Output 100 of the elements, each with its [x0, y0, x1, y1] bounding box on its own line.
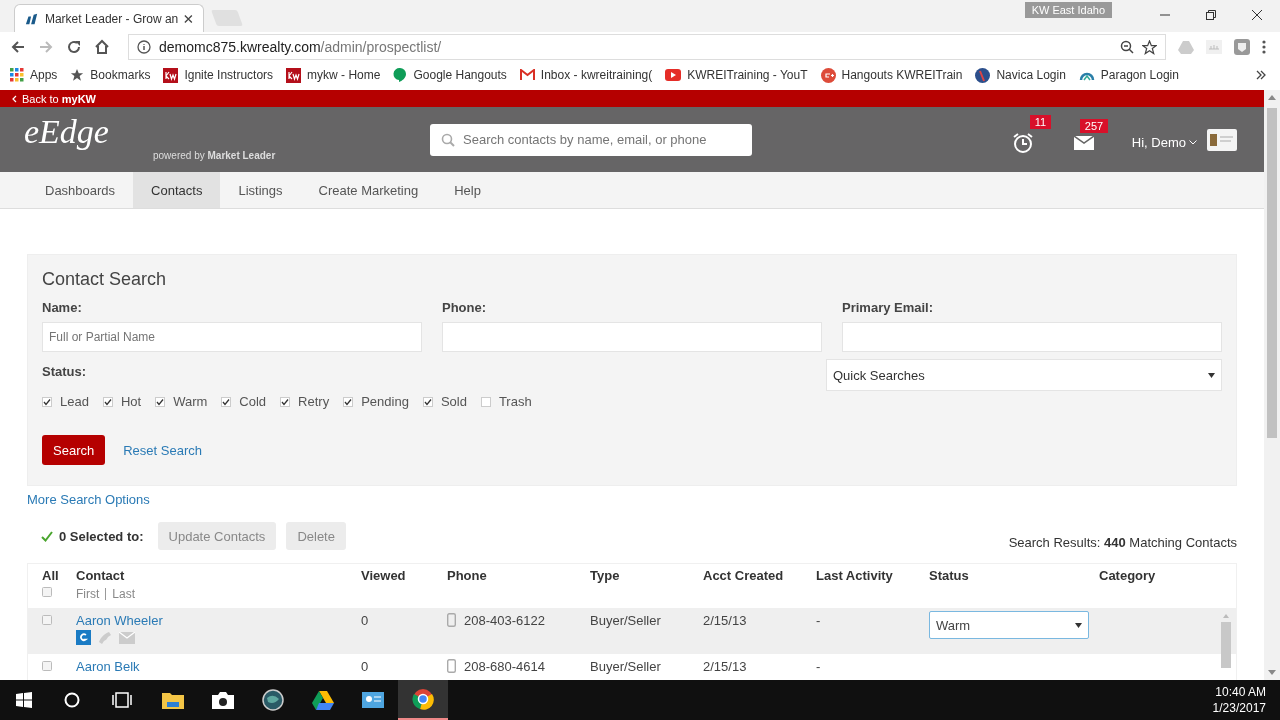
checkbox-label[interactable]: Warm: [173, 394, 208, 409]
tab-title: Market Leader - Grow an: [44, 11, 179, 26]
reset-search-link[interactable]: Reset Search: [123, 442, 202, 458]
chevron-icon[interactable]: [1256, 70, 1266, 80]
search-circle-icon[interactable]: [64, 692, 80, 708]
column-header: Category: [1099, 568, 1157, 583]
select-all-checkbox[interactable]: [42, 587, 52, 597]
envelope-icon[interactable]: [1073, 135, 1094, 150]
user-menu[interactable]: Hi, Demo: [1131, 135, 1197, 150]
task-view-icon[interactable]: [112, 692, 132, 708]
clock-date[interactable]: 1/23/2017: [1212, 701, 1266, 715]
checkbox[interactable]: [42, 396, 52, 407]
checkbox-label[interactable]: Sold: [440, 394, 467, 409]
input-field[interactable]: Full or Partial Name: [42, 322, 422, 352]
checkbox[interactable]: [221, 396, 232, 407]
bookmark[interactable]: KWREITraining - YouT: [665, 68, 808, 82]
bookmark[interactable]: Apps: [10, 68, 58, 82]
notification-badge: 11: [1029, 114, 1052, 129]
bookmark[interactable]: Inbox - kwreitraining(: [519, 68, 653, 82]
table-cell-text: 2/15/13: [703, 613, 748, 630]
table-cell-text: -: [816, 659, 822, 676]
nav-tab[interactable]: Dashboards: [27, 172, 134, 208]
bookmark[interactable]: Hangouts KWREITrain: [820, 67, 963, 83]
windows-start-icon[interactable]: [16, 692, 32, 708]
search-results-count: Search Results: 440 Matching Contacts: [1008, 534, 1237, 550]
contact-name-link[interactable]: Aaron Belk: [76, 659, 140, 674]
restore-icon[interactable]: [1205, 9, 1217, 21]
more-search-options-link[interactable]: More Search Options: [27, 492, 1237, 507]
nav-tab[interactable]: Create Marketing: [300, 172, 437, 208]
menu-icon[interactable]: [1262, 40, 1266, 54]
clock-time[interactable]: 10:40 AM: [1215, 685, 1266, 699]
checkbox-label[interactable]: Pending: [361, 394, 409, 409]
sort-link[interactable]: First: [76, 587, 100, 601]
checkbox[interactable]: [422, 396, 433, 407]
checkbox[interactable]: [155, 396, 166, 407]
quick-searches-dropdown[interactable]: Quick Searches: [826, 359, 1222, 391]
home-icon[interactable]: [94, 39, 110, 55]
bookmark[interactable]: Ignite Instructors: [163, 67, 274, 83]
close-icon[interactable]: [1251, 9, 1263, 21]
chrome-icon: [412, 688, 434, 710]
checkbox-label[interactable]: Cold: [239, 394, 267, 409]
scrollbar[interactable]: [1264, 90, 1280, 680]
back-icon[interactable]: [10, 39, 26, 55]
star-icon[interactable]: [1142, 39, 1157, 55]
checkbox-label[interactable]: Hot: [120, 394, 142, 409]
star-icon: [70, 68, 85, 82]
field-label: Phone:: [442, 300, 488, 315]
status-dropdown[interactable]: Warm: [929, 611, 1089, 639]
address-bar[interactable]: demomc875.kwrealty.com/admin/prospectlist/: [128, 34, 1166, 60]
table-cell-text: Buyer/Seller: [590, 659, 662, 676]
play-icon: [665, 69, 682, 81]
row-checkbox[interactable]: [42, 615, 52, 625]
table-row[interactable]: Aaron Belk 0 208-680-4614 Buyer/Seller 2/15/13 -: [28, 654, 1236, 680]
column-header: Acct Created: [703, 568, 785, 583]
alarm-clock-icon[interactable]: [1011, 131, 1034, 154]
checkbox[interactable]: [102, 396, 113, 407]
table-row[interactable]: Aaron Wheeler 0 208-403-6122 Buyer/Seller 2/15/13 - Warm: [28, 608, 1236, 654]
table-cell-text: 2/15/13: [703, 659, 748, 676]
nav-tab[interactable]: Listings: [220, 172, 301, 208]
bookmark[interactable]: Google Hangouts: [393, 67, 507, 83]
checkbox-label[interactable]: Retry: [298, 394, 330, 409]
checkbox[interactable]: [343, 396, 354, 407]
logo[interactable]: eEdge: [24, 113, 109, 151]
taskbar-app[interactable]: [398, 680, 448, 720]
globe-icon: [262, 689, 284, 711]
selected-count: 0 Selected to:: [59, 528, 144, 544]
logo-icon: [25, 11, 39, 26]
browser-tab[interactable]: Market Leader - Grow an: [14, 4, 204, 32]
close-icon[interactable]: [184, 13, 193, 24]
search-icon: [441, 132, 455, 147]
camera-icon: [212, 691, 234, 709]
contact-name-link[interactable]: Aaron Wheeler: [76, 613, 163, 628]
circle-logo-icon: [820, 67, 836, 83]
input-field[interactable]: [442, 322, 822, 352]
bookmark[interactable]: Bookmarks: [70, 68, 151, 82]
powered-by-text: powered by Market Leader: [153, 150, 276, 161]
table-cell: 208-403-6122: [464, 613, 545, 628]
checkbox-label[interactable]: Trash: [498, 394, 532, 409]
checkbox[interactable]: [280, 396, 291, 407]
search-field[interactable]: Search contacts by name, email, or phone: [430, 123, 752, 156]
globe-icon: [975, 67, 991, 83]
avatar-card-icon[interactable]: [1207, 128, 1237, 151]
check-icon: [41, 530, 53, 542]
bookmark[interactable]: Paragon Login: [1078, 68, 1179, 82]
bookmark[interactable]: Navica Login: [975, 67, 1066, 83]
column-header: Last Activity: [816, 568, 894, 583]
zoom-out-icon[interactable]: [1120, 40, 1134, 54]
square-logo-icon: [163, 67, 179, 83]
checkbox[interactable]: [480, 396, 491, 407]
sort-link[interactable]: Last: [112, 587, 135, 601]
nav-tab[interactable]: Contacts: [133, 172, 221, 208]
reload-icon[interactable]: [66, 39, 82, 55]
nav-tab[interactable]: Help: [436, 172, 499, 208]
search-button[interactable]: Search: [42, 435, 106, 465]
input-field[interactable]: [842, 322, 1222, 352]
google-icon[interactable]: [76, 630, 91, 645]
checkbox-label[interactable]: Lead: [60, 394, 89, 409]
bookmark[interactable]: mykw - Home: [286, 67, 381, 83]
back-link[interactable]: Back to myKW: [12, 92, 96, 105]
row-checkbox[interactable]: [42, 661, 52, 671]
